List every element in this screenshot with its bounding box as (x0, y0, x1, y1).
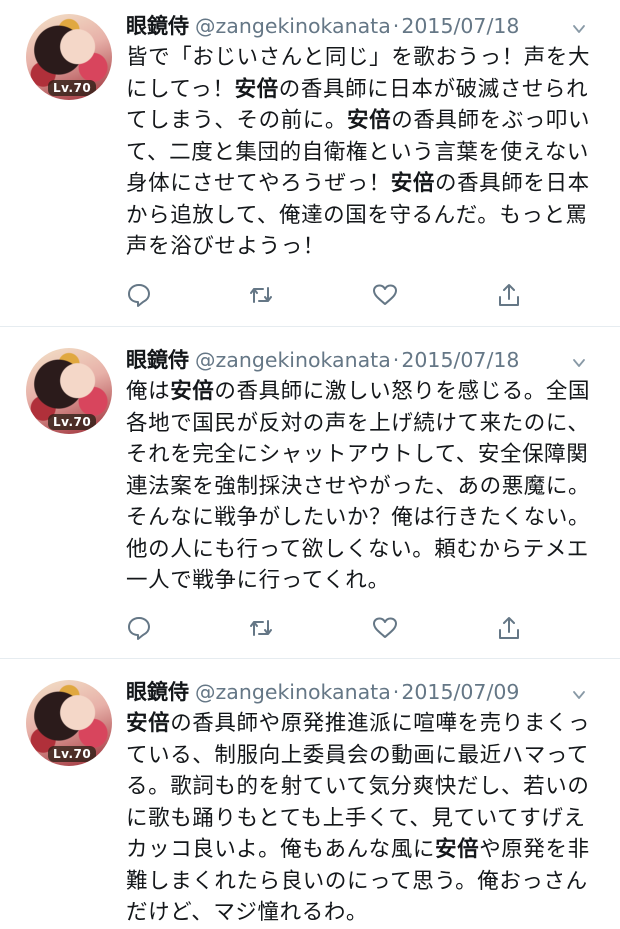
tweet-text: 皆で「おじいさんと同じ」を歌おうっ！声を大にしてっ！安倍の香具師に日本が破滅させ… (126, 42, 598, 263)
tweet-header: 眼鏡侍 @zangekinokanata·2015/07/09 (126, 676, 519, 708)
divider (0, 326, 620, 327)
tweet[interactable]: Lv.70 眼鏡侍 @zangekinokanata·2015/07/18 皆で「… (0, 0, 620, 326)
bold-text: 安倍 (234, 76, 279, 102)
heart-icon (373, 284, 397, 305)
tweet-actions (126, 615, 526, 645)
display-name[interactable]: 眼鏡侍 (126, 14, 189, 38)
user-handle[interactable]: @zangekinokanata (195, 680, 391, 704)
avatar[interactable]: Lv.70 (26, 680, 112, 766)
header-separator: · (392, 680, 400, 704)
bold-text: 安倍 (126, 711, 171, 736)
avatar-level-badge: Lv.70 (48, 746, 97, 762)
heart-icon (373, 617, 397, 638)
chevron-down-icon[interactable] (572, 22, 586, 36)
divider (0, 658, 620, 659)
display-name[interactable]: 眼鏡侍 (126, 348, 189, 372)
tweet[interactable]: Lv.70 眼鏡侍 @zangekinokanata·2015/07/18 俺は安… (0, 334, 620, 658)
tweet-date[interactable]: 2015/07/09 (401, 680, 519, 704)
avatar[interactable]: Lv.70 (26, 348, 112, 434)
share-button[interactable] (496, 282, 526, 312)
avatar[interactable]: Lv.70 (26, 14, 112, 100)
share-icon (499, 617, 519, 639)
tweet-text: 安倍の香具師や原発推進派に喧嘩を売りまくっている、制服向上委員会の動画に最近ハマ… (126, 708, 598, 929)
text-segment: の香具師に激しい怒りを感じる。全国各地で国民が反対の声を上げ続けて来たのに、それ… (126, 379, 591, 593)
tweet[interactable]: Lv.70 眼鏡侍 @zangekinokanata·2015/07/09 安倍の… (0, 666, 620, 927)
share-icon (499, 284, 519, 306)
bold-text: 安倍 (390, 171, 435, 196)
retweet-icon (250, 287, 272, 303)
user-handle[interactable]: @zangekinokanata (195, 14, 391, 38)
bold-text: 安倍 (347, 108, 392, 133)
retweet-button[interactable] (248, 282, 278, 312)
chevron-down-icon[interactable] (572, 356, 586, 370)
reply-button[interactable] (126, 615, 156, 645)
avatar-level-badge: Lv.70 (48, 414, 97, 430)
chevron-down-icon[interactable] (572, 688, 586, 702)
bold-text: 安倍 (170, 379, 215, 404)
tweet-header: 眼鏡侍 @zangekinokanata·2015/07/18 (126, 10, 519, 42)
share-button[interactable] (496, 615, 526, 645)
reply-icon (128, 284, 150, 307)
bold-text: 安倍 (434, 837, 480, 862)
retweet-button[interactable] (248, 615, 278, 645)
header-separator: · (392, 14, 400, 38)
tweet-actions (126, 282, 526, 312)
display-name[interactable]: 眼鏡侍 (126, 680, 189, 704)
reply-button[interactable] (126, 282, 156, 312)
tweet-date[interactable]: 2015/07/18 (401, 348, 519, 372)
user-handle[interactable]: @zangekinokanata (195, 348, 391, 372)
tweet-date[interactable]: 2015/07/18 (401, 14, 519, 38)
like-button[interactable] (372, 282, 402, 312)
text-segment: 俺は (126, 379, 171, 404)
retweet-icon (250, 620, 272, 636)
avatar-level-badge: Lv.70 (48, 80, 97, 96)
header-separator: · (392, 348, 400, 372)
tweet-text: 俺は安倍の香具師に激しい怒りを感じる。全国各地で国民が反対の声を上げ続けて来たの… (126, 376, 598, 597)
reply-icon (128, 617, 150, 640)
like-button[interactable] (372, 615, 402, 645)
tweet-header: 眼鏡侍 @zangekinokanata·2015/07/18 (126, 344, 519, 376)
